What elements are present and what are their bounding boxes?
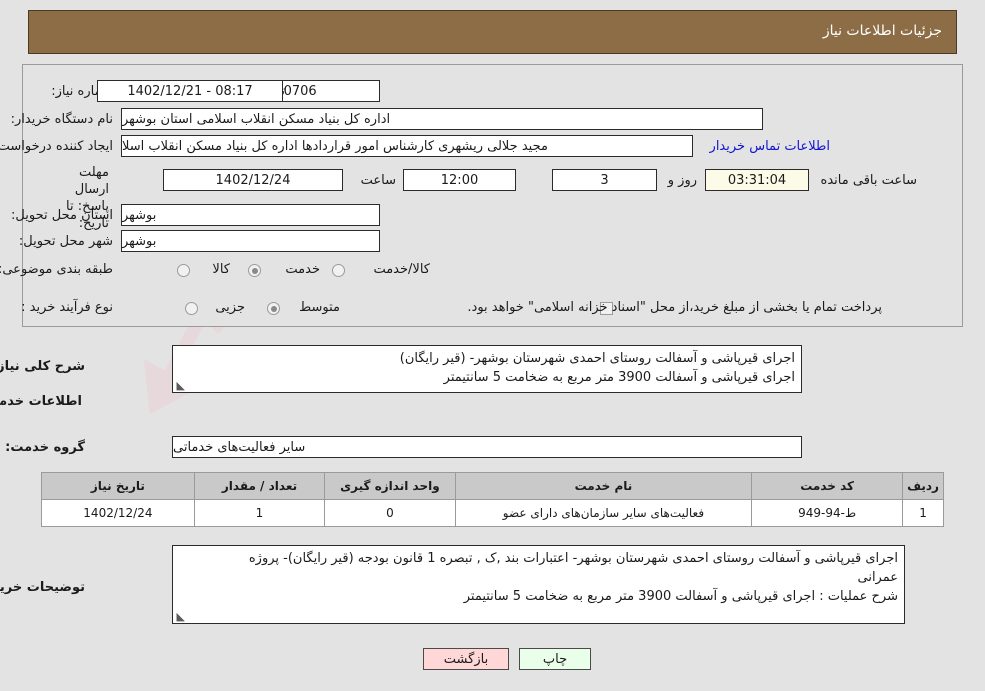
table-header-row: ردیف کد خدمت نام خدمت واحد اندازه گیری ت… — [41, 472, 944, 500]
radio-process-jozei-label: جزیی — [215, 300, 245, 315]
th-unit: واحد اندازه گیری — [324, 472, 456, 500]
cell-quantity: 1 — [193, 499, 326, 527]
deadline-date-value: 1402/12/24 — [163, 169, 343, 191]
deadline-hour-value: 12:00 — [403, 169, 516, 191]
buyer-notes-line-2: عمرانی — [857, 570, 898, 585]
remaining-time-value: 03:31:04 — [705, 169, 809, 191]
th-code: کد خدمت — [751, 472, 904, 500]
radio-category-kala-label: کالا — [212, 262, 230, 277]
radio-category-kala-khedmat[interactable] — [332, 264, 345, 277]
city-value: بوشهر — [121, 230, 380, 252]
cell-date: 1402/12/24 — [41, 499, 195, 527]
th-date: تاریخ نیاز — [41, 472, 195, 500]
cell-name: فعالیت‌های سایر سازمان‌های دارای عضو — [454, 499, 753, 527]
requester-value: مجید جلالی ریشهری کارشناس امور قراردادها… — [121, 135, 693, 157]
announce-datetime-value: 08:17 - 1402/12/21 — [97, 80, 283, 102]
resize-grip-icon[interactable]: ◣ — [175, 611, 185, 622]
city-label: شهر محل تحویل: — [18, 234, 113, 249]
category-label: طبقه بندی موضوعی: — [0, 262, 113, 277]
resize-grip-icon[interactable]: ◣ — [175, 380, 185, 391]
page-header: جزئیات اطلاعات نیاز — [28, 10, 957, 54]
service-group-value: سایر فعالیت‌های خدماتی — [172, 436, 802, 458]
province-label: استان محل تحویل: — [11, 208, 113, 223]
page-root: AriaTender.net جزئیات اطلاعات نیاز شماره… — [0, 0, 985, 691]
radio-process-jozei[interactable] — [185, 302, 198, 315]
services-table: ردیف کد خدمت نام خدمت واحد اندازه گیری ت… — [41, 472, 944, 527]
services-section-heading: اطلاعات خدمات مورد نیاز — [0, 394, 82, 409]
buyer-org-value: اداره کل بنیاد مسکن انقلاب اسلامی استان … — [121, 108, 763, 130]
province-value: بوشهر — [121, 204, 380, 226]
description-line-2: اجرای قیرپاشی و آسفالت 3900 متر مربع به … — [443, 370, 795, 385]
buyer-notes-textarea[interactable]: اجرای قیرپاشی و آسفالت روستای احمدی شهرس… — [172, 545, 905, 624]
remaining-time-label: ساعت باقی مانده — [820, 173, 917, 188]
buyer-notes-line-3: شرح عملیات : اجرای قیرپاشی و آسفالت 3900… — [463, 589, 898, 604]
treasury-bond-label: پرداخت تمام یا بخشی از مبلغ خرید،از محل … — [467, 300, 882, 315]
description-line-1: اجرای قیرپاشی و آسفالت روستای احمدی شهرس… — [399, 351, 795, 366]
th-row: ردیف — [902, 472, 944, 500]
table-row[interactable]: 1 ط-94-949 فعالیت‌های سایر سازمان‌های دا… — [41, 499, 944, 527]
buyer-notes-line-1: اجرای قیرپاشی و آسفالت روستای احمدی شهرس… — [248, 551, 898, 566]
back-button[interactable]: بازگشت — [423, 648, 509, 670]
radio-category-kala-khedmat-label: کالا/خدمت — [373, 262, 430, 277]
buyer-notes-label: توضیحات خریدار: — [0, 580, 85, 595]
radio-process-motavaset[interactable] — [267, 302, 280, 315]
th-quantity: تعداد / مقدار — [193, 472, 326, 500]
remaining-days-value: 3 — [552, 169, 657, 191]
description-textarea[interactable]: اجرای قیرپاشی و آسفالت روستای احمدی شهرس… — [172, 345, 802, 393]
radio-process-motavaset-label: متوسط — [299, 300, 340, 315]
cell-code: ط-94-949 — [751, 499, 904, 527]
remaining-days-label: روز و — [667, 173, 697, 188]
buyer-contact-link[interactable]: اطلاعات تماس خریدار — [710, 139, 830, 154]
deadline-hour-label: ساعت — [360, 173, 396, 188]
radio-category-kala[interactable] — [177, 264, 190, 277]
requester-label: ایجاد کننده درخواست: — [0, 139, 113, 154]
cell-row: 1 — [902, 499, 944, 527]
th-name: نام خدمت — [454, 472, 753, 500]
process-label: نوع فرآیند خرید : — [21, 300, 113, 315]
page-title: جزئیات اطلاعات نیاز — [822, 23, 942, 39]
service-group-label: گروه خدمت: — [5, 440, 85, 455]
radio-category-khedmat[interactable] — [248, 264, 261, 277]
radio-category-khedmat-label: خدمت — [285, 262, 320, 277]
buyer-org-label: نام دستگاه خریدار: — [10, 112, 113, 127]
cell-unit: 0 — [324, 499, 456, 527]
description-label: شرح کلی نیاز: — [0, 359, 85, 374]
print-button[interactable]: چاپ — [519, 648, 591, 670]
need-info-panel — [22, 64, 963, 327]
